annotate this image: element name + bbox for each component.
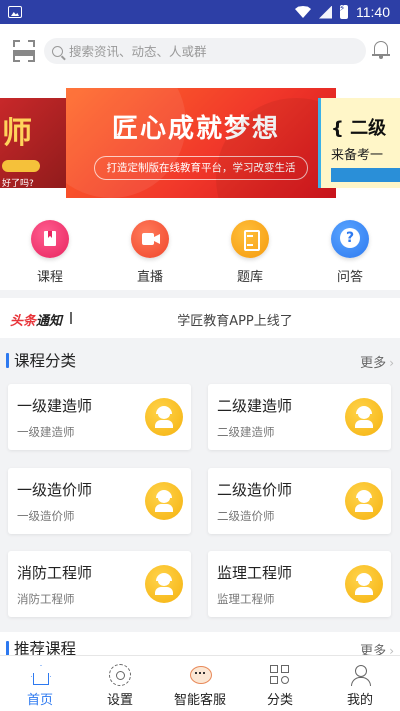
headline-notice[interactable]: 头条通知 学匠教育APP上线了 bbox=[0, 298, 400, 338]
status-bar: 11:40 bbox=[0, 0, 400, 24]
card-title: 二级建造师 bbox=[217, 397, 293, 415]
engineer-icon bbox=[145, 398, 183, 436]
card-subtitle: 一级建造师 bbox=[17, 425, 75, 439]
more-link[interactable]: 更多 › bbox=[360, 352, 394, 371]
status-icons: 11:40 bbox=[295, 4, 390, 20]
banner-prev-title: 师 bbox=[2, 116, 32, 151]
course-card[interactable]: 一级建造师 一级建造师 bbox=[8, 384, 191, 450]
card-subtitle: 二级造价师 bbox=[217, 509, 275, 523]
chevron-right-icon: › bbox=[389, 356, 394, 370]
quick-nav: 课程 直播 题库 问答 bbox=[0, 210, 400, 290]
quick-nav-qa[interactable]: 问答 bbox=[300, 210, 400, 290]
image-icon bbox=[8, 6, 22, 18]
banner-main[interactable]: 匠心成就梦想 打造定制版在线教育平台，学习改变生活 bbox=[66, 88, 336, 198]
battery-icon bbox=[339, 4, 348, 19]
card-subtitle: 消防工程师 bbox=[17, 592, 75, 606]
banner-main-subtitle: 打造定制版在线教育平台，学习改变生活 bbox=[94, 156, 308, 180]
tab-label: 智能客服 bbox=[173, 693, 226, 708]
banner-main-title: 匠心成就梦想 bbox=[112, 114, 281, 144]
section-accent-bar bbox=[6, 353, 9, 368]
tab-category[interactable]: 分类 bbox=[240, 656, 320, 711]
quick-nav-label: 题库 bbox=[236, 270, 263, 285]
engineer-icon bbox=[145, 482, 183, 520]
tab-customer-service[interactable]: 智能客服 bbox=[160, 656, 240, 711]
question-bank-icon bbox=[231, 220, 269, 258]
quick-nav-label: 直播 bbox=[136, 270, 163, 285]
quick-nav-question-bank[interactable]: 题库 bbox=[200, 210, 300, 290]
top-bar bbox=[0, 24, 400, 80]
course-card[interactable]: 消防工程师 消防工程师 bbox=[8, 551, 191, 617]
card-title: 一级建造师 bbox=[17, 397, 93, 415]
signal-icon bbox=[319, 5, 332, 19]
tab-profile[interactable]: 我的 bbox=[320, 656, 400, 711]
course-card[interactable]: 二级造价师 二级造价师 bbox=[208, 468, 391, 534]
card-title: 监理工程师 bbox=[217, 564, 293, 582]
card-subtitle: 监理工程师 bbox=[217, 592, 275, 606]
banner-prev-sub: 好了吗? bbox=[2, 179, 34, 188]
course-card[interactable]: 监理工程师 监理工程师 bbox=[208, 551, 391, 617]
card-title: 一级造价师 bbox=[17, 481, 93, 499]
bottom-tab-bar: 首页 设置 智能客服 分类 我的 bbox=[0, 655, 400, 711]
search-icon bbox=[52, 45, 63, 57]
card-title: 二级造价师 bbox=[217, 481, 293, 499]
quick-nav-label: 课程 bbox=[36, 270, 63, 285]
banner-next-title: { 二级 bbox=[331, 118, 387, 139]
status-time: 11:40 bbox=[356, 4, 390, 20]
video-camera-icon bbox=[131, 220, 169, 258]
notice-text[interactable]: 学匠教育APP上线了 bbox=[0, 310, 400, 329]
engineer-icon bbox=[345, 398, 383, 436]
quick-nav-label: 问答 bbox=[336, 270, 363, 285]
banner-next-sub: 来备考一 bbox=[331, 148, 384, 163]
tab-label: 分类 bbox=[266, 693, 293, 708]
search-input[interactable] bbox=[69, 43, 349, 59]
home-icon bbox=[29, 664, 51, 686]
course-card[interactable]: 一级造价师 一级造价师 bbox=[8, 468, 191, 534]
category-icon bbox=[269, 664, 291, 686]
banner-next-bar bbox=[331, 168, 400, 182]
book-icon bbox=[31, 220, 69, 258]
engineer-icon bbox=[145, 565, 183, 603]
search-box[interactable] bbox=[44, 38, 366, 64]
course-card[interactable]: 二级建造师 二级建造师 bbox=[208, 384, 391, 450]
tab-label: 我的 bbox=[346, 693, 373, 708]
tab-label: 设置 bbox=[106, 693, 133, 708]
card-subtitle: 二级建造师 bbox=[217, 425, 275, 439]
question-icon bbox=[331, 220, 369, 258]
section-title: 课程分类 bbox=[14, 352, 77, 370]
robot-icon bbox=[189, 664, 212, 686]
engineer-icon bbox=[345, 482, 383, 520]
wifi-icon bbox=[295, 6, 311, 18]
gear-icon bbox=[109, 664, 131, 686]
quick-nav-live[interactable]: 直播 bbox=[100, 210, 200, 290]
user-icon bbox=[349, 664, 371, 686]
card-title: 消防工程师 bbox=[17, 564, 93, 582]
bell-icon[interactable] bbox=[372, 39, 390, 59]
card-subtitle: 一级造价师 bbox=[17, 509, 75, 523]
engineer-icon bbox=[345, 565, 383, 603]
quick-nav-course[interactable]: 课程 bbox=[0, 210, 100, 290]
tab-label: 首页 bbox=[26, 693, 53, 708]
tab-settings[interactable]: 设置 bbox=[80, 656, 160, 711]
scan-icon[interactable] bbox=[13, 40, 35, 62]
section-accent-bar bbox=[6, 641, 9, 656]
banner-prev-pill bbox=[2, 160, 40, 172]
tab-home[interactable]: 首页 bbox=[0, 656, 80, 711]
banner-carousel[interactable]: 师 好了吗? 匠心成就梦想 打造定制版在线教育平台，学习改变生活 { 二级 来备… bbox=[0, 80, 400, 210]
course-category-header: 课程分类 更多 › bbox=[0, 344, 400, 376]
banner-next[interactable]: { 二级 来备考一 bbox=[318, 98, 400, 188]
